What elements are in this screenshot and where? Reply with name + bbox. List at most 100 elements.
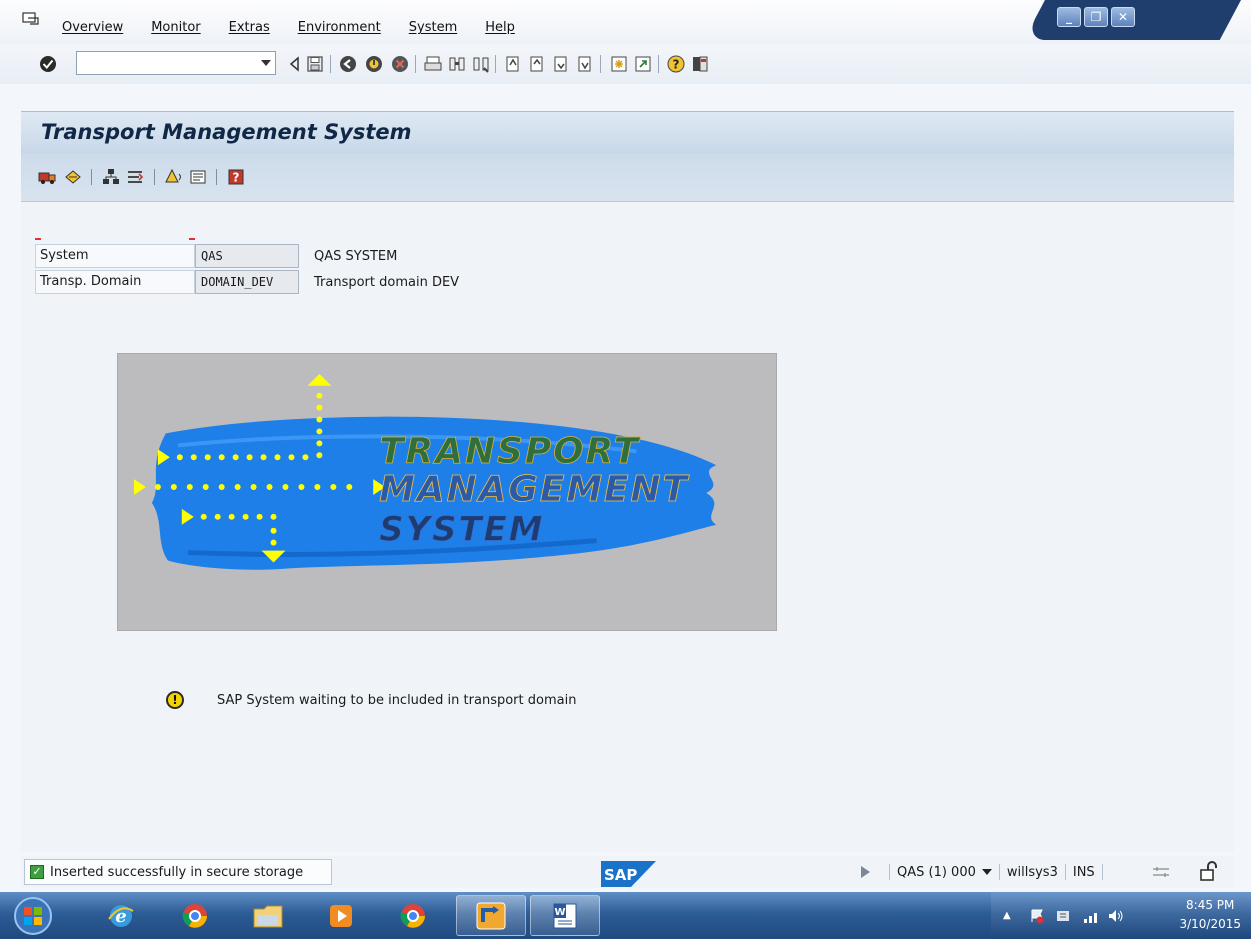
volume-icon[interactable] — [1107, 908, 1125, 924]
cancel-icon[interactable] — [390, 54, 410, 74]
status-separator — [998, 864, 1000, 880]
taskbar-sap-logon[interactable] — [456, 895, 526, 936]
window-controls: _ ❐ ✕ — [1023, 0, 1241, 40]
taskbar-chrome[interactable] — [160, 895, 230, 936]
restore-icon[interactable]: ❐ — [1084, 7, 1108, 27]
transport-route-icon[interactable] — [63, 167, 83, 187]
domain-value[interactable]: DOMAIN_DEV — [195, 270, 299, 294]
exit-icon[interactable] — [364, 54, 384, 74]
status-message: ! SAP System waiting to be included in t… — [166, 691, 576, 709]
system-menu-icon[interactable] — [22, 12, 40, 26]
command-field[interactable] — [76, 51, 276, 75]
command-input[interactable] — [77, 52, 247, 74]
windows-taskbar: e W ▲ 8:45 PM 3/10/2015 — [0, 892, 1251, 939]
next-page-icon[interactable] — [551, 54, 571, 74]
power-icon[interactable] — [1055, 908, 1071, 924]
network-icon[interactable] — [1083, 908, 1101, 924]
system-value[interactable]: QAS — [195, 244, 299, 268]
taskbar-file-explorer[interactable] — [233, 895, 303, 936]
menu-extras[interactable]: Extras — [229, 20, 270, 35]
media-player-icon[interactable] — [326, 901, 356, 931]
menu-environment[interactable]: Environment — [298, 20, 381, 35]
domain-field-row: Transp. Domain DOMAIN_DEV Transport doma… — [35, 270, 459, 294]
system-dropdown-icon[interactable] — [981, 869, 992, 875]
system-label: System — [35, 244, 195, 268]
taskbar-media-player[interactable] — [306, 895, 376, 936]
minimize-icon[interactable]: _ — [1057, 7, 1081, 27]
find-icon[interactable] — [447, 54, 467, 74]
required-field-marker — [189, 238, 195, 246]
system-client[interactable]: QAS (1) 000 — [897, 865, 976, 880]
print-icon[interactable] — [423, 54, 443, 74]
svg-text:W: W — [554, 907, 565, 918]
save-icon[interactable] — [305, 54, 325, 74]
customize-layout-icon[interactable] — [690, 54, 710, 74]
taskbar-chrome-2[interactable] — [378, 895, 448, 936]
logo-line-2: MANAGEMENT — [379, 469, 689, 510]
status-separator — [889, 864, 890, 880]
menu-system[interactable]: System — [409, 20, 457, 35]
connection-icon[interactable] — [1152, 866, 1170, 878]
clock-time: 8:45 PM — [1186, 898, 1235, 912]
create-session-icon[interactable] — [609, 54, 629, 74]
close-icon[interactable]: ✕ — [1111, 7, 1135, 27]
toolbar-separator — [216, 169, 217, 185]
show-hidden-icons-icon[interactable]: ▲ — [1003, 910, 1011, 921]
menu-monitor[interactable]: Monitor — [151, 20, 200, 35]
taskbar-internet-explorer[interactable]: e — [86, 895, 156, 936]
toolbar-separator — [495, 55, 496, 73]
status-separator — [1101, 864, 1103, 880]
internet-explorer-icon[interactable]: e — [106, 901, 136, 931]
title-bar: Transport Management System — [21, 111, 1234, 154]
application-help-icon[interactable]: ? — [226, 167, 246, 187]
menu-bar: Overview Monitor Extras Environment Syst… — [0, 0, 1251, 44]
import-overview-icon[interactable] — [188, 167, 208, 187]
folder-icon[interactable] — [252, 901, 284, 931]
alert-monitor-icon[interactable] — [164, 167, 184, 187]
standard-toolbar: ? — [0, 44, 1251, 84]
lock-icon[interactable] — [1199, 860, 1219, 882]
clock-date: 3/10/2015 — [1179, 917, 1241, 931]
word-icon[interactable]: W — [550, 901, 580, 931]
windows-start-icon[interactable] — [13, 896, 53, 936]
page-title: Transport Management System — [41, 120, 412, 144]
toolbar-separator — [600, 55, 601, 73]
transport-routes-icon[interactable] — [125, 167, 145, 187]
toolbar-separator — [330, 55, 331, 73]
command-history-dropdown-icon[interactable] — [261, 60, 271, 66]
back-nav-icon[interactable] — [285, 54, 305, 74]
action-center-icon[interactable] — [1029, 908, 1045, 924]
svg-text:?: ? — [673, 58, 680, 72]
application-toolbar: ? — [21, 154, 1234, 202]
shortcut-icon[interactable] — [633, 54, 653, 74]
chrome-icon[interactable] — [180, 901, 210, 931]
clock[interactable]: 8:45 PM 3/10/2015 — [1179, 896, 1241, 934]
last-page-icon[interactable] — [575, 54, 595, 74]
expand-status-icon[interactable] — [861, 866, 870, 878]
taskbar-word[interactable]: W — [530, 895, 600, 936]
menu-overview[interactable]: Overview — [62, 20, 123, 35]
menu-help[interactable]: Help — [485, 20, 515, 35]
truck-icon[interactable] — [37, 167, 57, 187]
status-separator — [1064, 864, 1066, 880]
previous-page-icon[interactable] — [527, 54, 547, 74]
toolbar-separator — [415, 55, 416, 73]
find-next-icon[interactable] — [471, 54, 491, 74]
system-field-row: System QAS QAS SYSTEM — [35, 244, 397, 268]
status-bar-message-text: Inserted successfully in secure storage — [50, 864, 304, 880]
logo-line-1: TRANSPORT — [379, 431, 641, 472]
toolbar-separator — [658, 55, 659, 73]
enter-check-icon[interactable] — [38, 54, 58, 74]
back-icon[interactable] — [338, 54, 358, 74]
system-tray: ▲ 8:45 PM 3/10/2015 — [991, 892, 1251, 939]
start-button[interactable] — [3, 895, 63, 936]
insert-mode[interactable]: INS — [1073, 865, 1095, 880]
sap-logon-icon[interactable] — [474, 900, 508, 932]
first-page-icon[interactable] — [503, 54, 523, 74]
system-info: QAS (1) 000 willsys3 INS — [861, 864, 1110, 880]
help-icon[interactable]: ? — [666, 54, 686, 74]
status-bar-message[interactable]: ✓ Inserted successfully in secure storag… — [24, 859, 332, 885]
chrome-icon[interactable] — [398, 901, 428, 931]
system-description: QAS SYSTEM — [314, 248, 398, 264]
system-overview-icon[interactable] — [101, 167, 121, 187]
